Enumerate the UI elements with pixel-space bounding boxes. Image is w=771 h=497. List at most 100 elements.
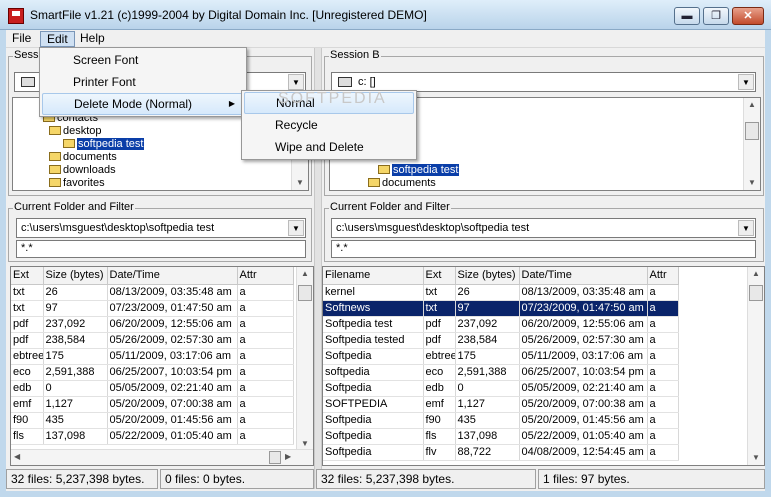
scroll-down-icon[interactable]: ▼ xyxy=(748,451,764,465)
scroll-down-icon[interactable]: ▼ xyxy=(744,176,760,190)
floppy-disk-app-icon[interactable] xyxy=(8,8,24,24)
tree-item-selected[interactable]: softpedia test xyxy=(378,164,460,177)
menu-item-delete-mode[interactable]: Delete Mode (Normal) ▶ xyxy=(42,93,244,115)
chevron-down-icon[interactable]: ▼ xyxy=(288,220,304,236)
table-cell: 26 xyxy=(43,284,108,301)
title-bar[interactable]: SmartFile v1.21 (c)1999-2004 by Digital … xyxy=(0,0,771,30)
close-button[interactable]: ✕ xyxy=(732,7,764,25)
scroll-down-icon[interactable]: ▼ xyxy=(292,176,308,190)
session-a-file-list[interactable]: Ext Size (bytes) Date/Time Attr txt 26 08/13/… xyxy=(10,266,314,466)
table-cell: emf xyxy=(11,396,44,413)
session-b-drive-value: c: [] xyxy=(358,76,376,88)
column-header[interactable]: Ext xyxy=(11,267,44,285)
scroll-up-icon[interactable]: ▲ xyxy=(748,267,764,281)
scroll-thumb[interactable] xyxy=(749,285,763,301)
table-cell: 06/20/2009, 12:55:06 am xyxy=(107,316,238,333)
table-row[interactable]: Softpedia fls 137,098 05/22/2009, 01:05:40 … xyxy=(323,428,679,445)
table-row[interactable]: emf 1,127 05/20/2009, 07:00:38 am a xyxy=(11,396,294,413)
table-row[interactable]: f90 435 05/20/2009, 01:45:56 am a xyxy=(11,412,294,429)
tree-item[interactable]: desktop xyxy=(49,125,102,138)
chevron-down-icon[interactable]: ▼ xyxy=(288,74,304,90)
table-row[interactable]: Softpedia flv 88,722 04/08/2009, 12:54:45 a… xyxy=(323,444,679,461)
column-header[interactable]: Attr xyxy=(647,267,679,285)
session-a-status-selected: 0 files: 0 bytes. xyxy=(160,469,314,489)
file-list-scrollbar[interactable]: ▲ ▼ xyxy=(747,267,764,465)
submenu-item-wipe-and-delete[interactable]: Wipe and Delete xyxy=(244,136,414,158)
table-row[interactable]: softpedia eco 2,591,388 06/25/2007, 10:03:5… xyxy=(323,364,679,381)
session-a-filter-input[interactable]: *.* xyxy=(16,240,306,258)
table-row[interactable]: edb 0 05/05/2009, 02:21:40 am a xyxy=(11,380,294,397)
menu-help[interactable]: Help xyxy=(74,31,111,47)
table-row[interactable]: SOFTPEDIA emf 1,127 05/20/2009, 07:00:38 am… xyxy=(323,396,679,413)
table-row[interactable]: ebtree 175 05/11/2009, 03:17:06 am a xyxy=(11,348,294,365)
scroll-thumb[interactable] xyxy=(298,285,312,301)
tree-item-selected[interactable]: softpedia test xyxy=(63,138,145,151)
session-b-file-list[interactable]: Filename Ext Size (bytes) Date/Time Attr ker… xyxy=(322,266,765,466)
session-b-status-total: 32 files: 5,237,398 bytes. xyxy=(316,469,536,489)
table-row[interactable]: eco 2,591,388 06/25/2007, 10:03:54 pm a xyxy=(11,364,294,381)
table-row[interactable]: Softpedia f90 435 05/20/2009, 01:45:56 am a xyxy=(323,412,679,429)
menu-file[interactable]: File xyxy=(6,31,37,47)
session-b-path-select[interactable]: c:\users\msguest\desktop\softpedia test … xyxy=(331,218,756,238)
scroll-thumb[interactable] xyxy=(745,122,759,140)
tree-scrollbar[interactable]: ▲ ▼ xyxy=(743,98,760,190)
tree-item[interactable]: documents xyxy=(49,151,117,164)
column-header[interactable]: Ext xyxy=(423,267,456,285)
table-row[interactable]: txt 26 08/13/2009, 03:35:48 am a xyxy=(11,284,294,301)
scroll-right-icon[interactable]: ▶ xyxy=(285,452,291,461)
tree-item[interactable]: downloads xyxy=(49,164,116,177)
session-b-filter-input[interactable]: *.* xyxy=(331,240,756,258)
submenu-item-recycle[interactable]: Recycle xyxy=(244,114,414,136)
table-cell: a xyxy=(237,332,294,349)
table-cell: 175 xyxy=(455,348,520,365)
table-cell: pdf xyxy=(11,332,44,349)
minimize-button[interactable]: ▬ xyxy=(674,7,700,25)
table-cell: a xyxy=(237,412,294,429)
chevron-down-icon[interactable]: ▼ xyxy=(738,74,754,90)
chevron-down-icon[interactable]: ▼ xyxy=(738,220,754,236)
tree-item[interactable]: favorites xyxy=(49,177,105,190)
table-row-selected[interactable]: Softnews txt 97 07/23/2009, 01:47:50 am a xyxy=(323,300,679,317)
submenu-item-normal[interactable]: Normal xyxy=(244,92,414,114)
table-row[interactable]: txt 97 07/23/2009, 01:47:50 am a xyxy=(11,300,294,317)
column-header[interactable]: Attr xyxy=(237,267,294,285)
table-row[interactable]: pdf 238,584 05/26/2009, 02:57:30 am a xyxy=(11,332,294,349)
table-row[interactable]: fls 137,098 05/22/2009, 01:05:40 am a xyxy=(11,428,294,445)
table-header-row: Ext Size (bytes) Date/Time Attr xyxy=(11,267,294,285)
drive-icon xyxy=(338,77,352,87)
table-row[interactable]: Softpedia test pdf 237,092 06/20/2009, 12:5… xyxy=(323,316,679,333)
horizontal-scrollbar[interactable]: ◀ ▶ xyxy=(11,449,313,465)
table-cell: 237,092 xyxy=(455,316,520,333)
scroll-up-icon[interactable]: ▲ xyxy=(744,98,760,112)
folder-icon xyxy=(63,139,75,148)
table-row[interactable]: pdf 237,092 06/20/2009, 12:55:06 am a xyxy=(11,316,294,333)
file-list-scrollbar[interactable]: ▲ ▼ xyxy=(296,267,313,451)
menu-edit[interactable]: Edit xyxy=(40,31,75,47)
scroll-up-icon[interactable]: ▲ xyxy=(297,267,313,281)
table-cell: 05/26/2009, 02:57:30 am xyxy=(519,332,648,349)
maximize-button[interactable]: ❐ xyxy=(703,7,729,25)
table-cell: a xyxy=(237,284,294,301)
open-folder-icon xyxy=(49,126,61,135)
column-header[interactable]: Date/Time xyxy=(519,267,648,285)
h-scroll-thumb[interactable] xyxy=(269,451,281,464)
table-row[interactable]: Softpedia tested pdf 238,584 05/26/2009, 02… xyxy=(323,332,679,349)
table-cell: 97 xyxy=(455,300,520,317)
column-header[interactable]: Date/Time xyxy=(107,267,238,285)
column-header[interactable]: Filename xyxy=(323,267,424,285)
scroll-left-icon[interactable]: ◀ xyxy=(14,452,20,461)
table-row[interactable]: Softpedia ebtree 175 05/11/2009, 03:17:06 a… xyxy=(323,348,679,365)
table-cell: 88,722 xyxy=(455,444,520,461)
table-row[interactable]: kernel txt 26 08/13/2009, 03:35:48 am a xyxy=(323,284,679,301)
tree-item[interactable]: documents xyxy=(368,177,436,190)
table-cell: Softpedia xyxy=(323,428,424,445)
column-header[interactable]: Size (bytes) xyxy=(455,267,520,285)
table-row[interactable]: Softpedia edb 0 05/05/2009, 02:21:40 am a xyxy=(323,380,679,397)
column-header[interactable]: Size (bytes) xyxy=(43,267,108,285)
menu-item-printer-font[interactable]: Printer Font xyxy=(42,71,244,93)
session-a-path-select[interactable]: c:\users\msguest\desktop\softpedia test … xyxy=(16,218,306,238)
menu-item-screen-font[interactable]: Screen Font xyxy=(42,49,244,71)
table-cell: a xyxy=(647,316,679,333)
table-cell: ebtree xyxy=(423,348,456,365)
session-b-drive-select[interactable]: c: [] ▼ xyxy=(331,72,756,92)
